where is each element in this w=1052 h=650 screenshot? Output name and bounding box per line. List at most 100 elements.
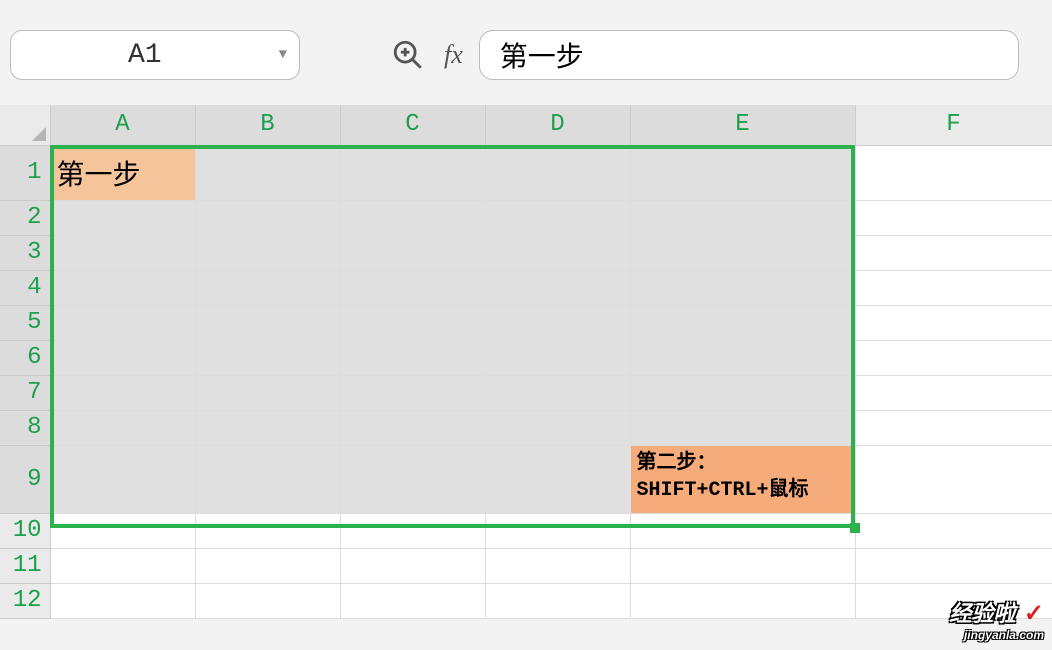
cell-D2[interactable] xyxy=(485,200,630,235)
cell-E4[interactable] xyxy=(630,270,855,305)
cell-B7[interactable] xyxy=(195,375,340,410)
cell-E9[interactable]: 第二步： SHIFT+CTRL+鼠标 xyxy=(630,445,855,513)
cell-A12[interactable] xyxy=(50,583,195,618)
col-header-E[interactable]: E xyxy=(630,105,855,145)
cell-F9[interactable] xyxy=(855,445,1052,513)
name-box[interactable]: A1 ▼ xyxy=(10,30,300,80)
row-header-6[interactable]: 6 xyxy=(0,340,50,375)
cell-E11[interactable] xyxy=(630,548,855,583)
cell-A6[interactable] xyxy=(50,340,195,375)
cell-D3[interactable] xyxy=(485,235,630,270)
row-header-8[interactable]: 8 xyxy=(0,410,50,445)
cell-C3[interactable] xyxy=(340,235,485,270)
table-row: 2 xyxy=(0,200,1052,235)
cell-D5[interactable] xyxy=(485,305,630,340)
cell-D12[interactable] xyxy=(485,583,630,618)
cell-B12[interactable] xyxy=(195,583,340,618)
chevron-down-icon[interactable]: ▼ xyxy=(279,47,287,63)
cell-C5[interactable] xyxy=(340,305,485,340)
cell-F12[interactable] xyxy=(855,583,1052,618)
fill-handle[interactable] xyxy=(850,523,860,533)
cell-C2[interactable] xyxy=(340,200,485,235)
cell-A9[interactable] xyxy=(50,445,195,513)
cell-C7[interactable] xyxy=(340,375,485,410)
cell-C12[interactable] xyxy=(340,583,485,618)
formula-input[interactable]: 第一步 xyxy=(479,30,1019,80)
row-header-11[interactable]: 11 xyxy=(0,548,50,583)
col-header-D[interactable]: D xyxy=(485,105,630,145)
cell-C10[interactable] xyxy=(340,513,485,548)
cell-E3[interactable] xyxy=(630,235,855,270)
cell-E1[interactable] xyxy=(630,145,855,200)
cell-A4[interactable] xyxy=(50,270,195,305)
cell-E7[interactable] xyxy=(630,375,855,410)
cell-A2[interactable] xyxy=(50,200,195,235)
cell-A8[interactable] xyxy=(50,410,195,445)
cell-B8[interactable] xyxy=(195,410,340,445)
cell-E6[interactable] xyxy=(630,340,855,375)
col-header-B[interactable]: B xyxy=(195,105,340,145)
cell-D11[interactable] xyxy=(485,548,630,583)
cell-E2[interactable] xyxy=(630,200,855,235)
cell-D8[interactable] xyxy=(485,410,630,445)
col-header-A[interactable]: A xyxy=(50,105,195,145)
cell-D7[interactable] xyxy=(485,375,630,410)
cell-B5[interactable] xyxy=(195,305,340,340)
row-header-7[interactable]: 7 xyxy=(0,375,50,410)
cell-E12[interactable] xyxy=(630,583,855,618)
cell-A7[interactable] xyxy=(50,375,195,410)
cell-E8[interactable] xyxy=(630,410,855,445)
cell-F1[interactable] xyxy=(855,145,1052,200)
cell-C11[interactable] xyxy=(340,548,485,583)
cell-F11[interactable] xyxy=(855,548,1052,583)
col-header-C[interactable]: C xyxy=(340,105,485,145)
spreadsheet-grid[interactable]: A B C D E F 1 第一步 2 3 xyxy=(0,105,1052,619)
cell-F6[interactable] xyxy=(855,340,1052,375)
cell-B10[interactable] xyxy=(195,513,340,548)
cell-E10[interactable] xyxy=(630,513,855,548)
cell-B2[interactable] xyxy=(195,200,340,235)
cell-C1[interactable] xyxy=(340,145,485,200)
cell-D4[interactable] xyxy=(485,270,630,305)
cell-B1[interactable] xyxy=(195,145,340,200)
cell-F10[interactable] xyxy=(855,513,1052,548)
cell-B3[interactable] xyxy=(195,235,340,270)
select-all-corner[interactable] xyxy=(0,105,50,145)
row-header-12[interactable]: 12 xyxy=(0,583,50,618)
row-header-1[interactable]: 1 xyxy=(0,145,50,200)
cell-A10[interactable] xyxy=(50,513,195,548)
row-header-9[interactable]: 9 xyxy=(0,445,50,513)
cell-C9[interactable] xyxy=(340,445,485,513)
cell-F7[interactable] xyxy=(855,375,1052,410)
cell-D10[interactable] xyxy=(485,513,630,548)
row-header-3[interactable]: 3 xyxy=(0,235,50,270)
zoom-icon[interactable] xyxy=(388,35,428,75)
row-header-10[interactable]: 10 xyxy=(0,513,50,548)
cell-F5[interactable] xyxy=(855,305,1052,340)
table-row: 12 xyxy=(0,583,1052,618)
row-header-4[interactable]: 4 xyxy=(0,270,50,305)
cell-E5[interactable] xyxy=(630,305,855,340)
cell-B4[interactable] xyxy=(195,270,340,305)
row-header-5[interactable]: 5 xyxy=(0,305,50,340)
cell-D9[interactable] xyxy=(485,445,630,513)
cell-D1[interactable] xyxy=(485,145,630,200)
col-header-F[interactable]: F xyxy=(855,105,1052,145)
cell-F3[interactable] xyxy=(855,235,1052,270)
fx-label[interactable]: fx xyxy=(444,40,463,70)
cell-A11[interactable] xyxy=(50,548,195,583)
cell-B6[interactable] xyxy=(195,340,340,375)
cell-C6[interactable] xyxy=(340,340,485,375)
row-header-2[interactable]: 2 xyxy=(0,200,50,235)
cell-A5[interactable] xyxy=(50,305,195,340)
cell-F4[interactable] xyxy=(855,270,1052,305)
cell-F8[interactable] xyxy=(855,410,1052,445)
cell-A1[interactable]: 第一步 xyxy=(50,145,195,200)
cell-F2[interactable] xyxy=(855,200,1052,235)
cell-D6[interactable] xyxy=(485,340,630,375)
cell-B9[interactable] xyxy=(195,445,340,513)
cell-C8[interactable] xyxy=(340,410,485,445)
cell-A3[interactable] xyxy=(50,235,195,270)
cell-C4[interactable] xyxy=(340,270,485,305)
cell-B11[interactable] xyxy=(195,548,340,583)
